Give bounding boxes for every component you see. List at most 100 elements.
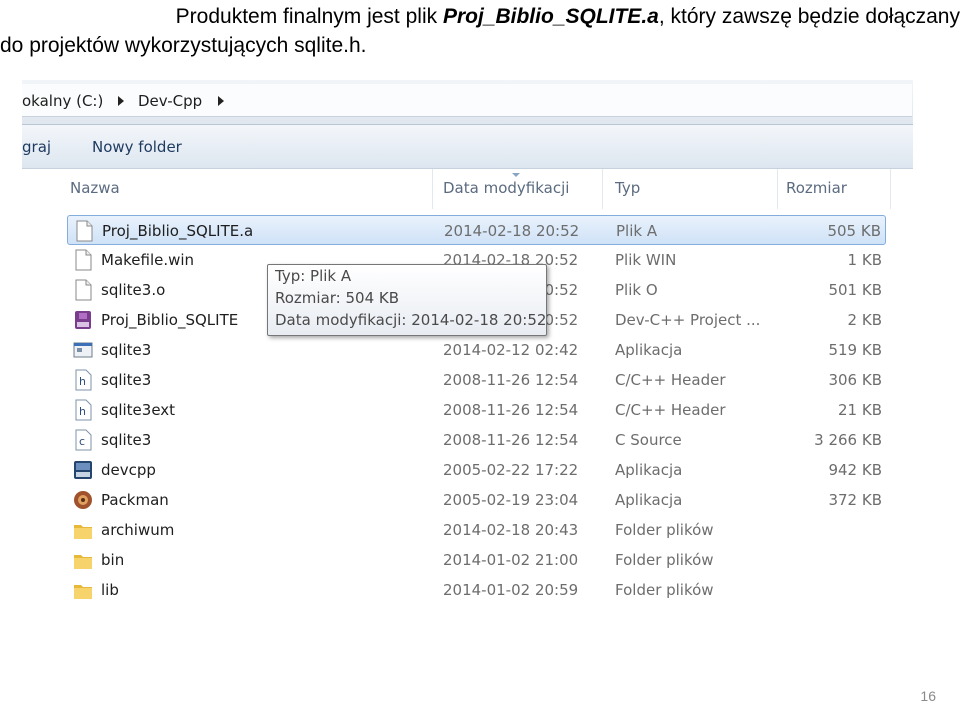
sort-indicator-icon: [512, 173, 520, 177]
address-bar[interactable]: okalny (C:) Dev-Cpp: [22, 80, 913, 125]
file-type: C/C++ Header: [615, 401, 726, 419]
file-size: 505 KB: [827, 222, 881, 240]
file-type: Folder plików: [615, 581, 714, 599]
file-row[interactable]: lib 2014-01-02 20:59 Folder plików: [67, 575, 886, 605]
file-row[interactable]: Proj_Biblio_SQLITE.a 2014-02-18 20:52 Pl…: [67, 215, 886, 245]
file-size: 372 KB: [828, 491, 882, 509]
devcpp-project-icon: [73, 309, 93, 331]
folder-icon: [73, 549, 93, 571]
file-size: 306 KB: [828, 371, 882, 389]
file-name: Proj_Biblio_SQLITE.a: [102, 222, 254, 240]
file-date: 2008-11-26 12:54: [443, 401, 579, 419]
file-name: sqlite3: [101, 371, 152, 389]
c-source-icon: c: [73, 429, 93, 451]
header-file-icon: h: [73, 399, 93, 421]
file-type: Folder plików: [615, 551, 714, 569]
file-size: 1 KB: [847, 251, 882, 269]
new-folder-button[interactable]: Nowy folder: [92, 138, 182, 156]
file-type: Plik A: [616, 222, 658, 240]
file-row[interactable]: bin 2014-01-02 21:00 Folder plików: [67, 545, 886, 575]
file-date: 2014-02-18 20:52: [444, 222, 580, 240]
file-name: sqlite3ext: [101, 401, 176, 419]
file-name: archiwum: [101, 521, 175, 539]
file-size: 501 KB: [828, 281, 882, 299]
slide-caption: Produktem finalnym jest plik Proj_Biblio…: [0, 2, 960, 60]
file-icon: [73, 279, 93, 301]
breadcrumb: okalny (C:) Dev-Cpp: [22, 84, 912, 117]
file-name: sqlite3: [101, 431, 152, 449]
column-separator[interactable]: [777, 169, 778, 209]
file-name: lib: [101, 581, 119, 599]
column-separator[interactable]: [602, 169, 603, 209]
column-separator[interactable]: [890, 169, 891, 209]
file-name: sqlite3: [101, 341, 152, 359]
breadcrumb-arrow-icon[interactable]: [218, 96, 224, 106]
file-tooltip: Typ: Plik A Rozmiar: 504 KB Data modyfik…: [267, 264, 547, 336]
file-name: devcpp: [101, 461, 156, 479]
breadcrumb-arrow-icon[interactable]: [118, 96, 124, 106]
file-row[interactable]: h sqlite3ext 2008-11-26 12:54 C/C++ Head…: [67, 395, 886, 425]
svg-text:h: h: [79, 405, 86, 418]
file-row[interactable]: sqlite3 2014-02-12 02:42 Aplikacja 519 K…: [67, 335, 886, 365]
file-size: 2 KB: [847, 311, 882, 329]
file-type: Aplikacja: [615, 461, 683, 479]
column-header: Nazwa Data modyfikacji Typ Rozmiar: [22, 169, 913, 209]
file-date: 2005-02-22 17:22: [443, 461, 579, 479]
file-name: bin: [101, 551, 125, 569]
file-type: Plik O: [615, 281, 658, 299]
column-name-header[interactable]: Nazwa: [70, 179, 120, 197]
caption-line-2: do projektów wykorzystujących sqlite.h.: [0, 34, 367, 57]
file-date: 2014-01-02 20:59: [443, 581, 579, 599]
application-icon: [73, 339, 93, 361]
column-date-header[interactable]: Data modyfikacji: [443, 179, 569, 197]
file-size: 3 266 KB: [814, 431, 882, 449]
file-size: 21 KB: [838, 401, 882, 419]
file-date: 2005-02-19 23:04: [443, 491, 579, 509]
file-date: 2014-02-18 20:43: [443, 521, 579, 539]
file-date: 2008-11-26 12:54: [443, 431, 579, 449]
column-size-header[interactable]: Rozmiar: [786, 179, 847, 197]
file-row[interactable]: h sqlite3 2008-11-26 12:54 C/C++ Header …: [67, 365, 886, 395]
column-separator[interactable]: [432, 169, 433, 209]
file-date: 2014-02-12 02:42: [443, 341, 579, 359]
file-icon: [74, 220, 94, 242]
page-number: 16: [920, 688, 936, 704]
toolbar: graj Nowy folder: [22, 125, 913, 169]
folder-icon: [73, 579, 93, 601]
tooltip-type: Typ: Plik A: [275, 267, 352, 285]
file-row[interactable]: archiwum 2014-02-18 20:43 Folder plików: [67, 515, 886, 545]
file-date: 2014-01-02 21:00: [443, 551, 579, 569]
caption-text-after: , który zawszę będzie dołączany: [658, 5, 960, 28]
devcpp-app-icon: [73, 459, 93, 481]
file-type: C/C++ Header: [615, 371, 726, 389]
file-type: C Source: [615, 431, 682, 449]
explorer-window: okalny (C:) Dev-Cpp graj Nowy folder Naz…: [22, 80, 913, 605]
organize-button[interactable]: graj: [22, 138, 51, 156]
file-row[interactable]: devcpp 2005-02-22 17:22 Aplikacja 942 KB: [67, 455, 886, 485]
file-type: Dev-C++ Project ...: [615, 311, 761, 329]
svg-text:h: h: [79, 375, 86, 388]
file-row[interactable]: c sqlite3 2008-11-26 12:54 C Source 3 26…: [67, 425, 886, 455]
file-type: Aplikacja: [615, 341, 683, 359]
file-name: Packman: [101, 491, 169, 509]
caption-filename: Proj_Biblio_SQLITE.a: [442, 5, 659, 28]
file-name: Proj_Biblio_SQLITE: [101, 311, 239, 329]
header-file-icon: h: [73, 369, 93, 391]
file-row[interactable]: Packman 2005-02-19 23:04 Aplikacja 372 K…: [67, 485, 886, 515]
file-type: Plik WIN: [615, 251, 677, 269]
svg-text:c: c: [79, 435, 85, 448]
column-type-header[interactable]: Typ: [615, 179, 640, 197]
breadcrumb-drive[interactable]: okalny (C:): [22, 92, 103, 110]
breadcrumb-folder[interactable]: Dev-Cpp: [138, 92, 202, 110]
file-size: 519 KB: [828, 341, 882, 359]
tooltip-modified: Data modyfikacji: 2014-02-18 20:52: [275, 311, 547, 329]
file-name: sqlite3.o: [101, 281, 166, 299]
packman-icon: [73, 489, 93, 511]
file-type: Folder plików: [615, 521, 714, 539]
file-icon: [73, 249, 93, 271]
caption-text-before: Produktem finalnym jest plik: [175, 5, 443, 28]
tooltip-size: Rozmiar: 504 KB: [275, 289, 400, 307]
file-name: Makefile.win: [101, 251, 195, 269]
file-date: 2008-11-26 12:54: [443, 371, 579, 389]
file-size: 942 KB: [828, 461, 882, 479]
